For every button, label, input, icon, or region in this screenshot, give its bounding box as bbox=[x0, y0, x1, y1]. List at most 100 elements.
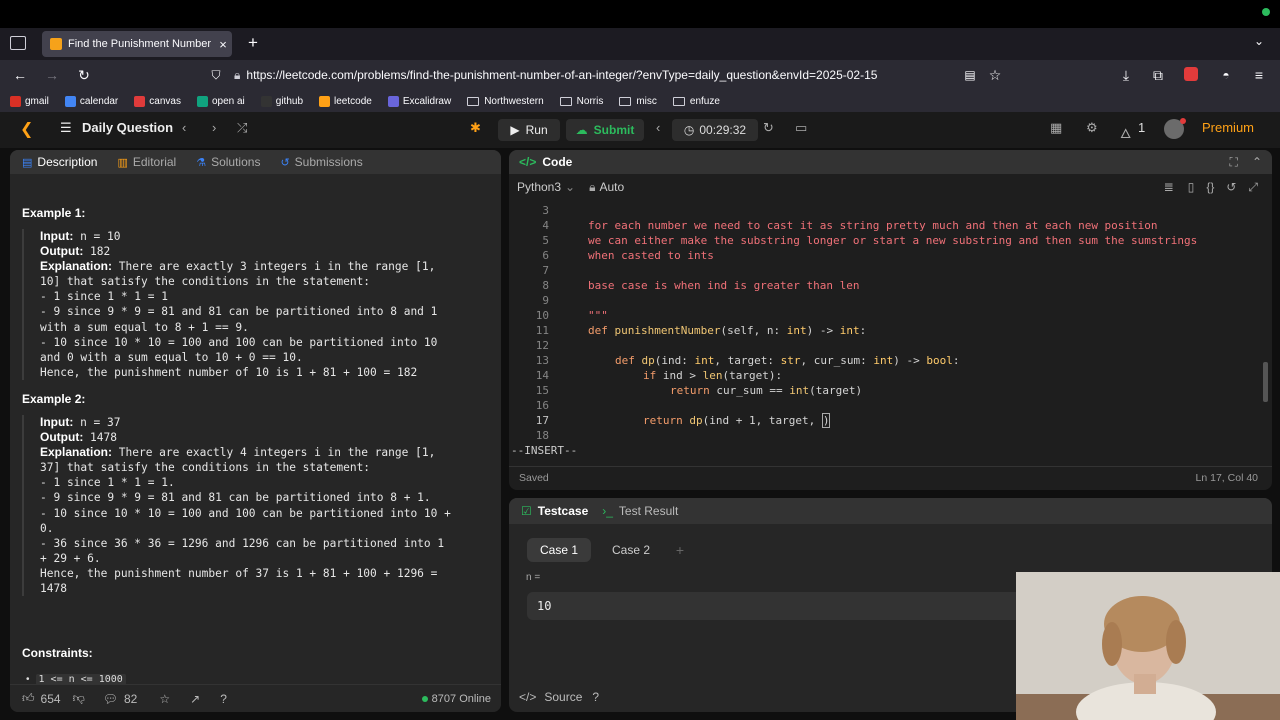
collapse-timer-icon[interactable]: ‹ bbox=[656, 120, 660, 135]
tab-submissions[interactable]: ↺ Submissions bbox=[280, 155, 362, 169]
case-2-button[interactable]: Case 2 bbox=[599, 538, 663, 562]
bookmark-label: enfuze bbox=[689, 95, 720, 107]
bookmark-calendar[interactable]: calendar bbox=[64, 95, 119, 107]
back-arrow-icon[interactable]: ← bbox=[8, 63, 32, 87]
expand-icon[interactable]: ⤢ bbox=[1248, 180, 1258, 195]
tab-solutions[interactable]: ⚗ Solutions bbox=[196, 155, 260, 169]
bookmark-northwestern[interactable]: Northwestern bbox=[467, 95, 544, 107]
close-tab-icon[interactable]: × bbox=[214, 37, 232, 52]
daily-question-title[interactable]: Daily Question bbox=[82, 120, 173, 135]
collapse-icon[interactable]: ⌃ bbox=[1252, 155, 1262, 169]
code-token: int bbox=[694, 354, 715, 367]
browser-tab-active[interactable]: Find the Punishment Number of × bbox=[42, 31, 232, 57]
bookmark-label: calendar bbox=[79, 95, 119, 107]
share-icon[interactable]: ↗ bbox=[190, 692, 200, 706]
shuffle-icon[interactable]: ⤮ bbox=[237, 120, 247, 136]
settings-gear-icon[interactable]: ⚙ bbox=[1086, 120, 1098, 136]
fullscreen-icon[interactable]: ⛶ bbox=[1230, 155, 1238, 170]
bookmark-open-ai[interactable]: open ai bbox=[196, 95, 245, 107]
url-text: https://leetcode.com/problems/find-the-p… bbox=[246, 68, 878, 82]
online-dot bbox=[421, 695, 428, 702]
bookmark-excalidraw[interactable]: Excalidraw bbox=[387, 95, 452, 107]
line-number: 10 bbox=[535, 309, 549, 322]
forward-arrow-icon[interactable]: → bbox=[40, 63, 64, 87]
comment-icon[interactable]: 💬︎ bbox=[103, 692, 118, 706]
source-link[interactable]: </> Source ? bbox=[519, 690, 599, 704]
timer[interactable]: ◷ 00:29:32 bbox=[672, 119, 758, 141]
code-token: if bbox=[643, 369, 663, 382]
extensions-icon[interactable]: ⧉ bbox=[1146, 63, 1170, 87]
bookmark-favicon-icon bbox=[319, 95, 331, 107]
new-tab-button[interactable]: + bbox=[244, 33, 262, 53]
bookmark-icon[interactable]: ▯ bbox=[1188, 180, 1195, 194]
reset-timer-icon[interactable]: ↻ bbox=[763, 120, 774, 136]
testcase-tabs: ☑ Testcase ›_ Test Result bbox=[509, 498, 1272, 524]
leetcode-logo-icon[interactable]: ❮ bbox=[20, 119, 33, 139]
code-editor[interactable]: 3 4 5 6 7 8 9 10 11 12 13 14 15 16 17 18… bbox=[509, 202, 1272, 444]
example-1-line: - 9 since 9 * 9 = 81 and 81 can be parti… bbox=[40, 305, 438, 319]
run-button[interactable]: ▶ Run bbox=[498, 119, 560, 141]
thumbs-up-icon[interactable]: 👍︎ bbox=[22, 691, 35, 706]
extension-red-icon[interactable] bbox=[1184, 67, 1198, 81]
bookmark-label: github bbox=[275, 95, 304, 107]
bookmark-enfuze[interactable]: enfuze bbox=[672, 95, 720, 107]
submit-button[interactable]: ☁ Submit bbox=[566, 119, 644, 141]
chevron-down-icon[interactable]: ⌄ bbox=[1254, 34, 1264, 48]
tab-description[interactable]: ▤ Description bbox=[22, 155, 97, 169]
prev-problem-icon[interactable]: ‹ bbox=[182, 120, 186, 135]
debug-icon[interactable]: ✱ bbox=[470, 120, 481, 136]
bookmark-github[interactable]: github bbox=[260, 95, 304, 107]
example-2-line: Hence, the punishment number of 37 is 1 … bbox=[40, 566, 438, 580]
editor-status-bar: Saved Ln 17, Col 40 bbox=[509, 466, 1272, 488]
tab-editorial[interactable]: ▥ Editorial bbox=[117, 155, 176, 169]
bookmark-norris[interactable]: Norris bbox=[559, 96, 603, 107]
example-2-block: Input: n = 37 Output: 1478 Explanation: … bbox=[22, 414, 497, 597]
timer-value: 00:29:32 bbox=[699, 123, 747, 137]
add-case-button[interactable]: + bbox=[669, 538, 691, 562]
editor-scrollbar[interactable] bbox=[1263, 362, 1268, 402]
tab-test-result[interactable]: Test Result bbox=[619, 504, 678, 518]
folder-icon bbox=[559, 96, 572, 106]
bookmark-canvas[interactable]: canvas bbox=[134, 95, 181, 107]
mode-label[interactable]: Auto bbox=[600, 180, 625, 194]
reset-code-icon[interactable]: ↺ bbox=[1226, 180, 1236, 194]
help-icon[interactable]: ? bbox=[220, 692, 227, 706]
case-1-button[interactable]: Case 1 bbox=[527, 538, 591, 562]
address-bar[interactable]: 🔒︎ https://leetcode.com/problems/find-th… bbox=[228, 63, 1008, 87]
problem-list-icon[interactable]: ☰ bbox=[60, 120, 72, 136]
tab-testcase[interactable]: Testcase bbox=[538, 504, 588, 518]
code-token: int bbox=[873, 354, 894, 367]
example-2-title: Example 2: bbox=[22, 391, 86, 406]
online-count: 8707 Online bbox=[421, 693, 491, 705]
streak-fire-icon[interactable]: 🜂 bbox=[1120, 120, 1131, 146]
premium-link[interactable]: Premium bbox=[1202, 120, 1254, 135]
reader-view-icon[interactable]: ▤ bbox=[958, 63, 982, 87]
shield-icon[interactable]: ⛉ bbox=[204, 63, 228, 87]
tab-list-icon[interactable] bbox=[10, 36, 26, 50]
language-select[interactable]: Python3 bbox=[517, 180, 561, 194]
description-doc-icon: ▤ bbox=[22, 156, 33, 169]
help-icon[interactable]: ? bbox=[592, 690, 599, 704]
menu-icon[interactable]: ≡ bbox=[1247, 63, 1271, 87]
favorite-star-icon[interactable]: ☆ bbox=[159, 692, 170, 706]
download-icon[interactable]: ⤓ bbox=[1114, 63, 1138, 87]
status-dot bbox=[1262, 8, 1270, 16]
next-problem-icon[interactable]: › bbox=[212, 120, 216, 135]
bookmark-gmail[interactable]: gmail bbox=[10, 95, 49, 107]
extension-mask-icon[interactable]: ◓ bbox=[1214, 63, 1238, 87]
reload-icon[interactable]: ↻ bbox=[72, 63, 96, 87]
example-2-line: + 29 + 6. bbox=[40, 551, 101, 565]
chevron-down-icon[interactable]: ⌄ bbox=[565, 180, 575, 194]
bookmark-label: Northwestern bbox=[484, 95, 544, 107]
format-icon[interactable]: ≣ bbox=[1164, 180, 1174, 194]
braces-icon[interactable]: {} bbox=[1206, 180, 1214, 194]
bookmark-leetcode[interactable]: leetcode bbox=[319, 95, 372, 107]
bookmark-label: Excalidraw bbox=[402, 95, 452, 107]
param-value-input[interactable]: 10 bbox=[527, 592, 1032, 620]
bookmark-star-icon[interactable]: ☆ bbox=[983, 63, 1007, 87]
notes-icon[interactable]: ▭ bbox=[795, 120, 807, 136]
thumbs-down-icon[interactable]: 👎︎ bbox=[73, 691, 85, 706]
bookmark-misc[interactable]: misc bbox=[619, 96, 657, 107]
layout-icon[interactable]: ▦ bbox=[1050, 120, 1062, 136]
code-token: bool bbox=[926, 354, 953, 367]
